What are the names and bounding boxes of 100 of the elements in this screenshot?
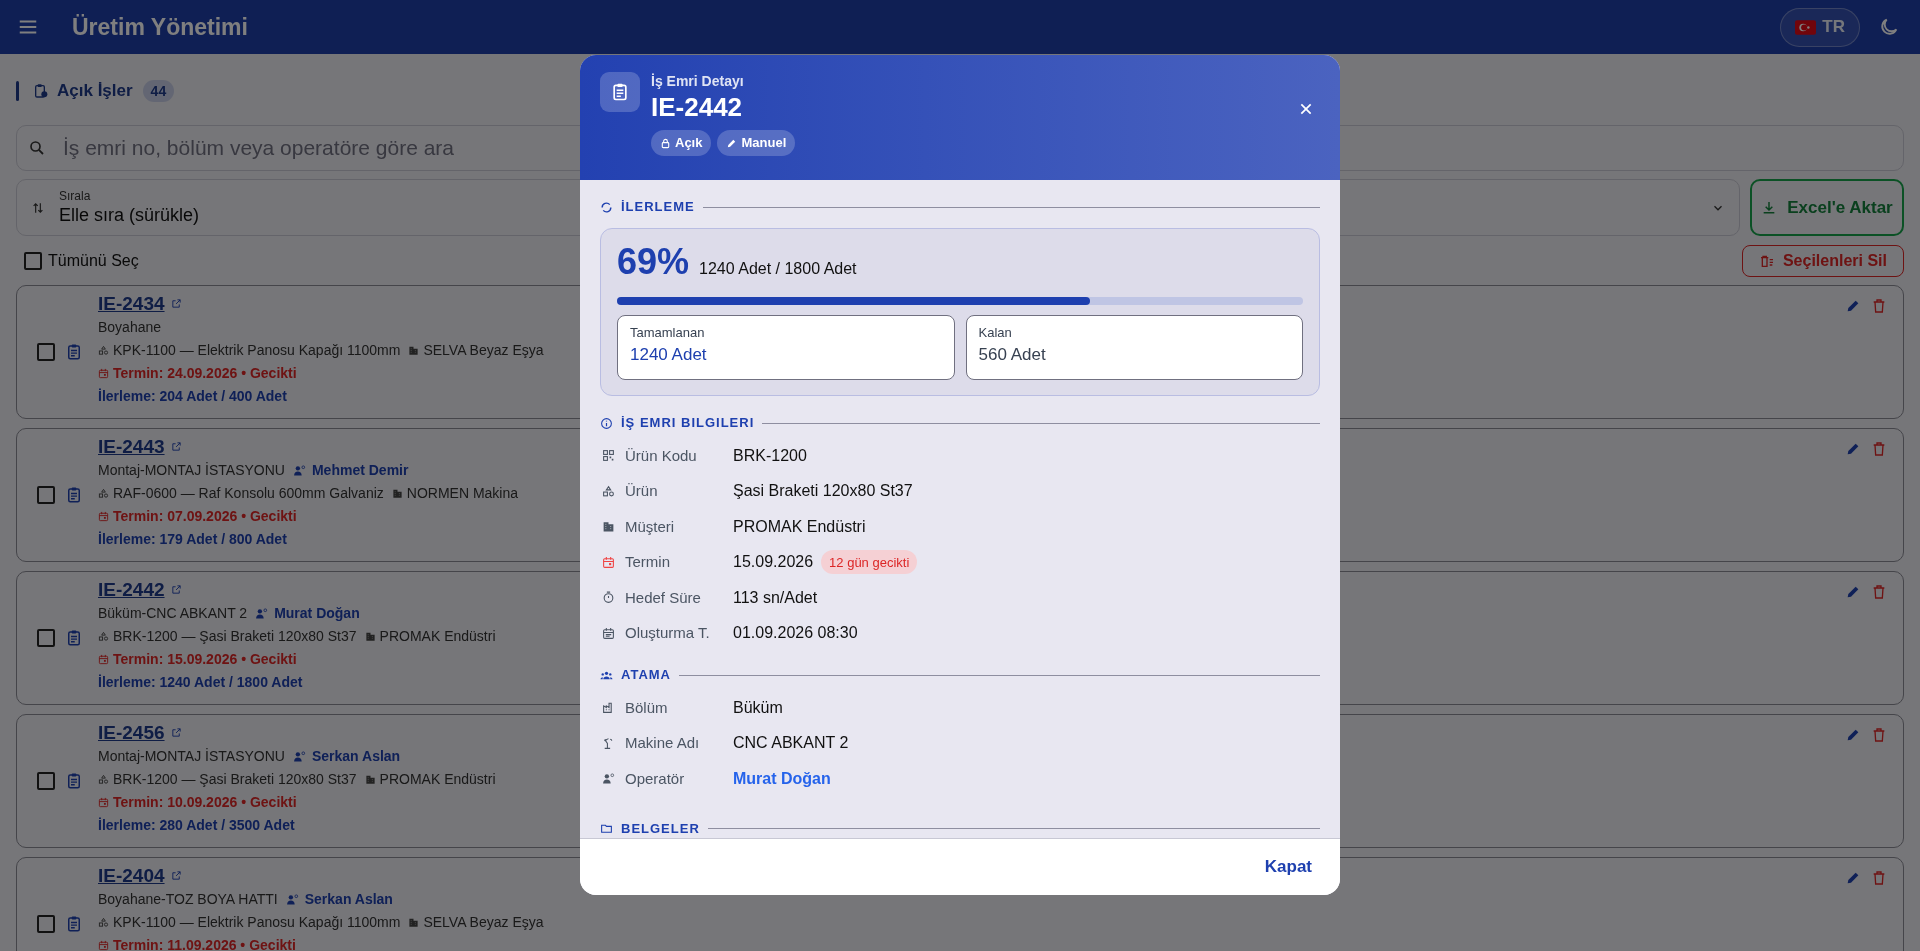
calendar-icon bbox=[98, 940, 109, 951]
external-link-icon bbox=[170, 726, 182, 738]
clipboard-icon bbox=[65, 486, 83, 504]
field-label: Termin bbox=[625, 552, 671, 572]
stat-value: 1240 Adet bbox=[630, 344, 708, 366]
moon-icon bbox=[1878, 16, 1900, 38]
department-text: Boyahane-TOZ BOYA HATTI bbox=[98, 890, 278, 909]
shapes-icon bbox=[98, 917, 109, 928]
progress-text: İlerleme: 204 Adet / 400 Adet bbox=[98, 387, 288, 406]
external-link-icon bbox=[170, 869, 182, 881]
section-heading: İŞ EMRI BILGILERI bbox=[621, 414, 755, 433]
work-order-link[interactable]: IE-2456 bbox=[98, 720, 165, 744]
product-text: BRK-1200 — Şasi Braketi 120x80 St37 bbox=[113, 627, 357, 646]
operator-text: Murat Doğan bbox=[274, 604, 360, 623]
calendar-icon bbox=[98, 654, 109, 665]
customer-text: NORMEN Makina bbox=[406, 484, 519, 503]
calendar-icon bbox=[98, 797, 109, 808]
card-checkbox[interactable] bbox=[37, 343, 55, 361]
clipboard-icon bbox=[65, 915, 83, 933]
field-value: Şasi Braketi 120x80 St37 bbox=[733, 481, 913, 502]
delete-icon bbox=[1871, 584, 1887, 600]
card-checkbox[interactable] bbox=[37, 486, 55, 504]
due-date-text: Termin: 10.09.2026 • Gecikti bbox=[113, 793, 297, 812]
timer-icon bbox=[602, 591, 615, 605]
field-label: Hedef Süre bbox=[625, 587, 702, 608]
work-order-link[interactable]: IE-2442 bbox=[98, 577, 165, 601]
progress-percent: 69% bbox=[617, 241, 690, 283]
building-icon bbox=[364, 631, 376, 642]
search-icon bbox=[28, 139, 46, 157]
work-order-link[interactable]: IE-2434 bbox=[98, 291, 165, 315]
field-label: Ürün Kodu bbox=[625, 445, 698, 466]
app-title: Üretim Yönetimi bbox=[72, 12, 248, 42]
field-value: 113 sn/Adet bbox=[733, 587, 818, 608]
progress-text: İlerleme: 280 Adet / 3500 Adet bbox=[98, 816, 296, 835]
field-label: Müşteri bbox=[625, 516, 676, 537]
external-link-icon bbox=[170, 440, 182, 452]
field-label: Oluşturma T. bbox=[625, 623, 711, 643]
operator-text: Serkan Aslan bbox=[311, 747, 401, 766]
flag-icon bbox=[1795, 19, 1817, 35]
close-dialog-button[interactable]: Kapat bbox=[1264, 854, 1312, 880]
building-icon bbox=[408, 345, 420, 356]
shapes-icon bbox=[98, 631, 109, 642]
stat-value: 560 Adet bbox=[978, 344, 1047, 366]
count-badge: 44 bbox=[142, 80, 175, 102]
progress-summary: 1240 Adet / 1800 Adet bbox=[699, 259, 857, 279]
calendar-icon bbox=[98, 368, 109, 379]
card-checkbox[interactable] bbox=[37, 915, 55, 933]
field-value: 01.09.2026 08:30 bbox=[733, 623, 858, 644]
department-text: Büküm-CNC ABKANT 2 bbox=[98, 604, 248, 623]
building-icon bbox=[391, 488, 403, 499]
stat-label: Tamamlanan bbox=[630, 324, 706, 342]
department-text: Boyahane bbox=[98, 318, 162, 337]
building-icon bbox=[408, 917, 420, 928]
select-all-checkbox[interactable]: Tümünü Seç bbox=[24, 248, 139, 273]
field-label: Makine Adı bbox=[625, 733, 701, 753]
customer-text: PROMAK Endüstri bbox=[379, 770, 496, 789]
external-link-icon bbox=[170, 583, 182, 595]
stat-label: Kalan bbox=[978, 324, 1013, 342]
folder-icon bbox=[600, 822, 613, 835]
shapes-icon bbox=[98, 488, 109, 499]
sort-value: Elle sıra (sürükle) bbox=[59, 203, 200, 227]
edit-icon bbox=[1845, 298, 1861, 314]
work-order-link[interactable]: IE-2443 bbox=[98, 434, 165, 458]
work-order-link[interactable]: IE-2404 bbox=[98, 863, 165, 887]
export-button[interactable]: Excel'e Aktar bbox=[1750, 179, 1904, 236]
section-heading: İLERLEME bbox=[621, 198, 695, 217]
lock-icon bbox=[660, 137, 671, 149]
card-checkbox[interactable] bbox=[37, 629, 55, 647]
delete-selected-button[interactable]: Seçilenleri Sil bbox=[1741, 244, 1904, 277]
section-heading: BELGELER bbox=[621, 819, 700, 838]
due-date-text: Termin: 24.09.2026 • Gecikti bbox=[113, 364, 297, 383]
building-icon bbox=[364, 774, 376, 785]
person-icon bbox=[292, 750, 306, 763]
progress-text: İlerleme: 179 Adet / 800 Adet bbox=[98, 530, 288, 549]
clipboard-icon bbox=[65, 772, 83, 790]
field-value[interactable]: Murat Doğan bbox=[733, 766, 831, 791]
delete-icon bbox=[1871, 298, 1887, 314]
overdue-badge: 12 gün gecikti bbox=[821, 550, 918, 575]
shapes-icon bbox=[98, 774, 109, 785]
building-icon bbox=[602, 520, 615, 534]
field-value: 15.09.2026 bbox=[733, 552, 814, 573]
person-icon bbox=[285, 893, 299, 906]
field-value: BRK-1200 bbox=[733, 445, 807, 466]
pencil-icon bbox=[726, 137, 738, 149]
product-text: BRK-1200 — Şasi Braketi 120x80 St37 bbox=[113, 770, 357, 789]
progress-icon bbox=[600, 200, 613, 214]
external-link-icon bbox=[170, 297, 182, 309]
delete-icon bbox=[1871, 727, 1887, 743]
dialog-title: IE-2442 bbox=[651, 91, 744, 124]
progress-text: İlerleme: 1240 Adet / 1800 Adet bbox=[98, 673, 304, 692]
delete-icon bbox=[1871, 870, 1887, 886]
field-label: Ürün bbox=[625, 481, 659, 501]
shapes-icon bbox=[602, 484, 615, 498]
close-icon bbox=[1298, 101, 1314, 117]
clipboard-icon bbox=[65, 343, 83, 361]
customer-text: PROMAK Endüstri bbox=[379, 627, 496, 646]
card-checkbox[interactable] bbox=[37, 772, 55, 790]
accent-bar bbox=[16, 81, 19, 101]
department-text: Montaj-MONTAJ İSTASYONU bbox=[98, 461, 285, 480]
calendar-icon bbox=[98, 511, 109, 522]
